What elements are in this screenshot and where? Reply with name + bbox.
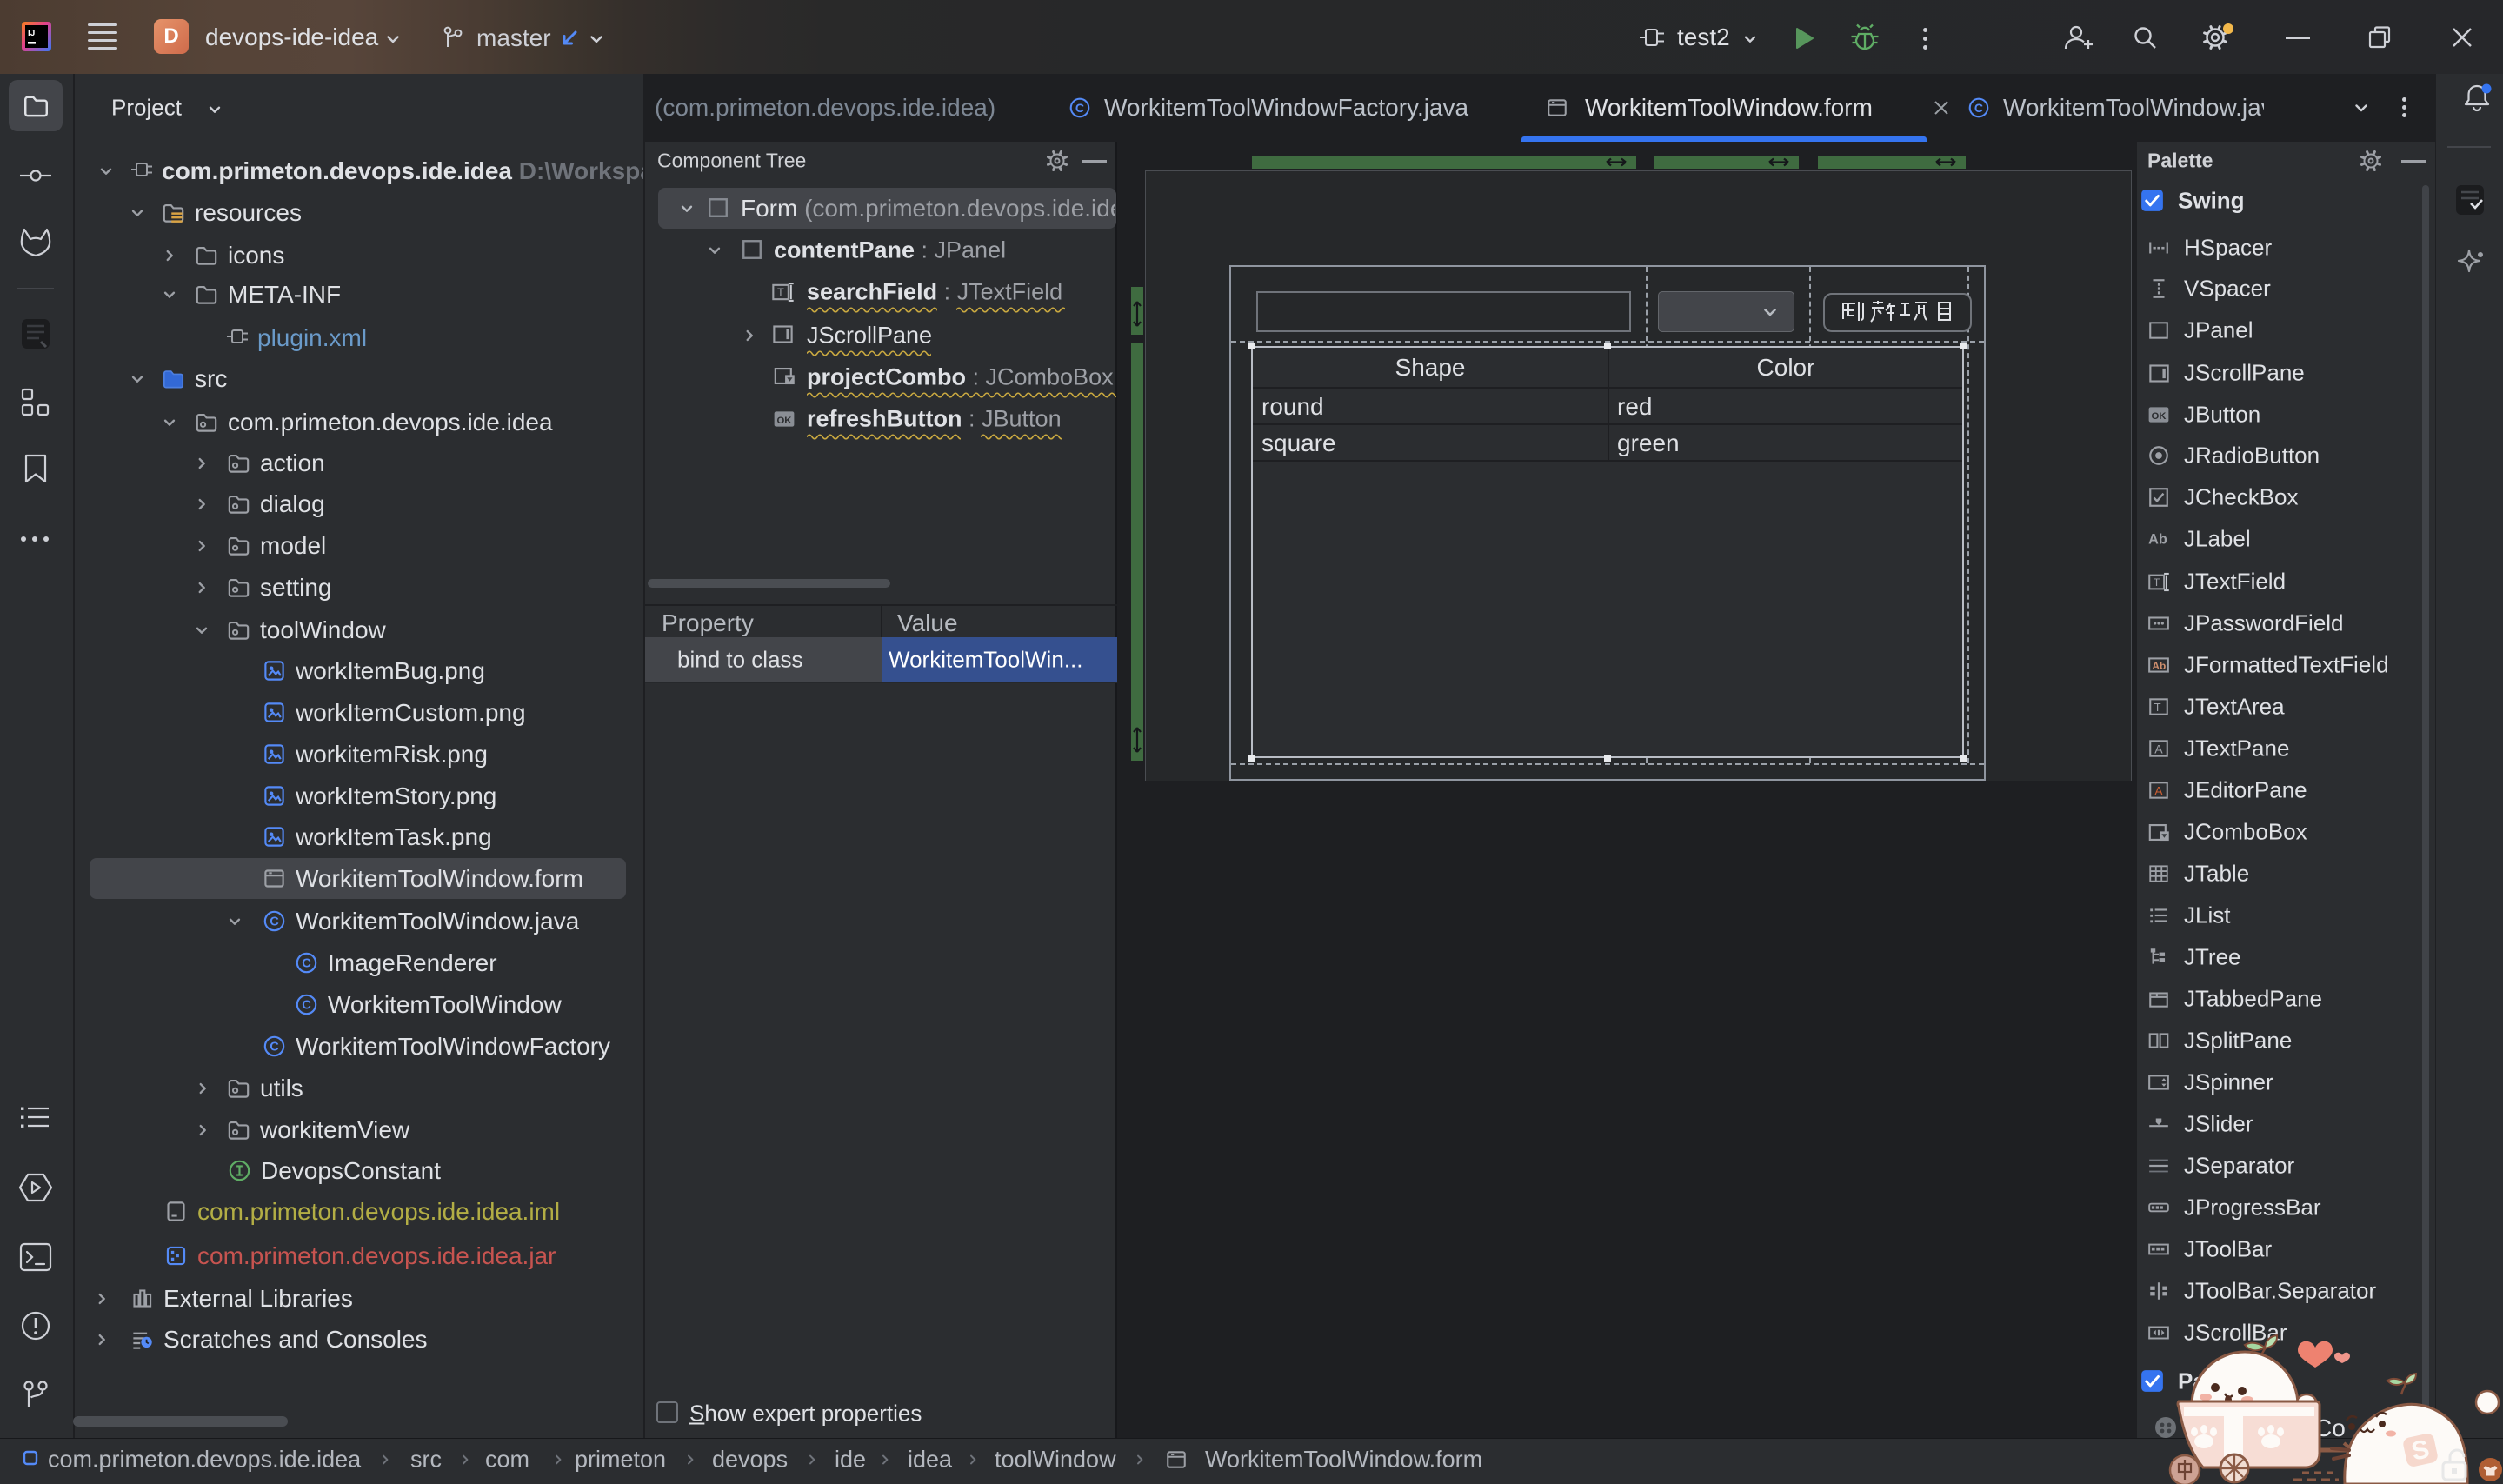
svg-text:A: A: [2154, 783, 2163, 797]
svg-text:OK: OK: [2151, 411, 2167, 422]
svg-text:OK: OK: [776, 416, 792, 426]
svg-text:Ab: Ab: [2148, 531, 2167, 547]
svg-text:C: C: [1075, 101, 1084, 115]
svg-text:C: C: [1974, 101, 1983, 115]
svg-text:T: T: [2154, 576, 2160, 589]
svg-text:Ab: Ab: [2152, 660, 2166, 672]
svg-text:T: T: [777, 286, 784, 299]
svg-text:C: C: [302, 999, 311, 1013]
svg-text:C: C: [270, 1041, 279, 1055]
svg-text:T: T: [2154, 701, 2161, 714]
svg-text:IJ: IJ: [28, 29, 35, 38]
svg-text:C: C: [270, 915, 279, 929]
svg-text:A: A: [2154, 742, 2163, 755]
svg-text:C: C: [302, 957, 311, 971]
